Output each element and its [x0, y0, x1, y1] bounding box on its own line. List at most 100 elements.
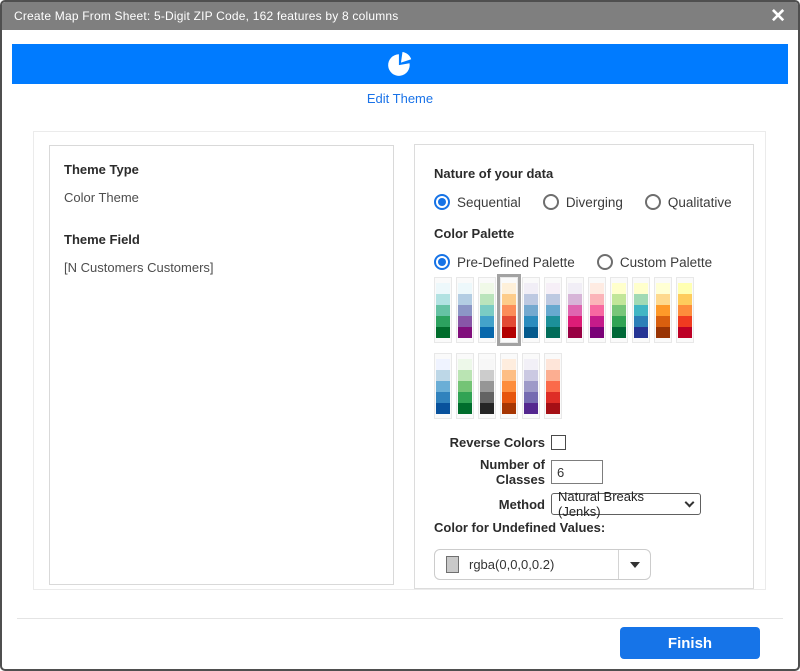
reverse-colors-label: Reverse Colors	[434, 435, 545, 450]
radio-qualitative[interactable]: Qualitative	[645, 194, 732, 210]
palette-color-segment	[590, 283, 604, 294]
palette-color-segment	[546, 381, 560, 392]
edit-theme-link[interactable]: Edit Theme	[367, 91, 433, 106]
theme-settings-panel: Theme Type Color Theme Theme Field [N Cu…	[33, 131, 766, 590]
palette-color-segment	[480, 370, 494, 381]
radio-icon	[434, 194, 450, 210]
palette-BuGn[interactable]	[434, 277, 452, 343]
palette-color-segment	[546, 327, 560, 338]
palette-YlOrBr[interactable]	[654, 277, 672, 343]
dropdown-arrow-button[interactable]	[619, 550, 650, 579]
palette-color-segment	[458, 305, 472, 316]
number-of-classes-input[interactable]	[551, 460, 603, 484]
palette-color-segment	[634, 283, 648, 294]
undefined-color-dropdown[interactable]: rgba(0,0,0,0.2)	[434, 549, 651, 580]
palette-color-segment	[678, 305, 692, 316]
palette-Oranges[interactable]	[500, 353, 518, 419]
palette-OrRd[interactable]	[500, 277, 518, 343]
radio-label: Diverging	[566, 195, 623, 210]
close-icon[interactable]: ✕	[770, 7, 786, 26]
palette-color-segment	[590, 305, 604, 316]
palette-Blues[interactable]	[434, 353, 452, 419]
palette-Greens[interactable]	[456, 353, 474, 419]
palette-color-segment	[546, 294, 560, 305]
palette-color-segment	[458, 327, 472, 338]
palette-color-segment	[612, 305, 626, 316]
palette-color-segment	[568, 283, 582, 294]
palette-color-segment	[546, 305, 560, 316]
palette-color-segment	[436, 305, 450, 316]
palette-color-segment	[502, 316, 516, 327]
undefined-color-label: Color for Undefined Values:	[434, 520, 753, 535]
palette-color-segment	[524, 316, 538, 327]
palette-color-segment	[458, 370, 472, 381]
palette-color-segment	[502, 370, 516, 381]
palette-color-segment	[436, 327, 450, 338]
palette-GnBu[interactable]	[478, 277, 496, 343]
footer-divider	[17, 618, 783, 619]
nature-of-data-label: Nature of your data	[434, 166, 753, 181]
palette-color-segment	[458, 359, 472, 370]
palette-row-1	[434, 277, 753, 343]
palette-color-segment	[612, 316, 626, 327]
palette-color-segment	[480, 316, 494, 327]
palette-color-segment	[678, 327, 692, 338]
palette-color-segment	[612, 283, 626, 294]
palette-YlGn[interactable]	[610, 277, 628, 343]
palette-BuPu[interactable]	[456, 277, 474, 343]
palette-color-segment	[502, 294, 516, 305]
radio-custom-palette[interactable]: Custom Palette	[597, 254, 712, 270]
theme-banner	[12, 44, 788, 84]
palette-color-segment	[502, 327, 516, 338]
palette-color-segment	[436, 283, 450, 294]
palette-color-segment	[546, 403, 560, 414]
radio-label: Qualitative	[668, 195, 732, 210]
palette-color-segment	[634, 316, 648, 327]
palette-color-segment	[546, 316, 560, 327]
theme-type-label: Theme Type	[64, 162, 379, 177]
color-palette-label: Color Palette	[434, 226, 753, 241]
palette-color-segment	[524, 403, 538, 414]
palette-PuBu[interactable]	[522, 277, 540, 343]
undefined-color-value: rgba(0,0,0,0.2)	[469, 557, 618, 572]
palette-color-segment	[524, 327, 538, 338]
palette-YlGnBu[interactable]	[632, 277, 650, 343]
reverse-colors-row: Reverse Colors	[434, 435, 753, 450]
palette-Purples[interactable]	[522, 353, 540, 419]
palette-RdPu[interactable]	[588, 277, 606, 343]
radio-diverging[interactable]: Diverging	[543, 194, 623, 210]
palette-PuBuGn[interactable]	[544, 277, 562, 343]
radio-icon	[543, 194, 559, 210]
palette-color-segment	[568, 305, 582, 316]
create-map-dialog: Create Map From Sheet: 5-Digit ZIP Code,…	[0, 0, 800, 671]
method-select[interactable]: Natural Breaks (Jenks)	[551, 493, 701, 515]
palette-color-segment	[678, 294, 692, 305]
palette-color-segment	[524, 359, 538, 370]
radio-pre-defined-palette[interactable]: Pre-Defined Palette	[434, 254, 575, 270]
palette-type-radio-group: Pre-Defined Palette Custom Palette	[434, 254, 753, 270]
palette-YlOrRd[interactable]	[676, 277, 694, 343]
method-row: Method Natural Breaks (Jenks)	[434, 493, 753, 515]
palette-color-segment	[502, 359, 516, 370]
palette-color-segment	[502, 392, 516, 403]
palette-Greys[interactable]	[478, 353, 496, 419]
palette-PuRd[interactable]	[566, 277, 584, 343]
theme-field-label: Theme Field	[64, 232, 379, 247]
radio-icon	[597, 254, 613, 270]
radio-sequential[interactable]: Sequential	[434, 194, 521, 210]
finish-button[interactable]: Finish	[620, 627, 760, 659]
palette-color-segment	[480, 305, 494, 316]
palette-color-segment	[634, 294, 648, 305]
nature-radio-group: Sequential Diverging Qualitative	[434, 194, 753, 210]
palette-color-segment	[458, 283, 472, 294]
palette-color-segment	[458, 392, 472, 403]
reverse-colors-checkbox[interactable]	[551, 435, 566, 450]
palette-color-segment	[546, 283, 560, 294]
palette-Reds[interactable]	[544, 353, 562, 419]
palette-color-segment	[480, 327, 494, 338]
palette-color-segment	[436, 316, 450, 327]
theme-type-value: Color Theme	[64, 190, 379, 205]
radio-label: Pre-Defined Palette	[457, 255, 575, 270]
dialog-title: Create Map From Sheet: 5-Digit ZIP Code,…	[14, 9, 770, 23]
palette-color-segment	[568, 327, 582, 338]
